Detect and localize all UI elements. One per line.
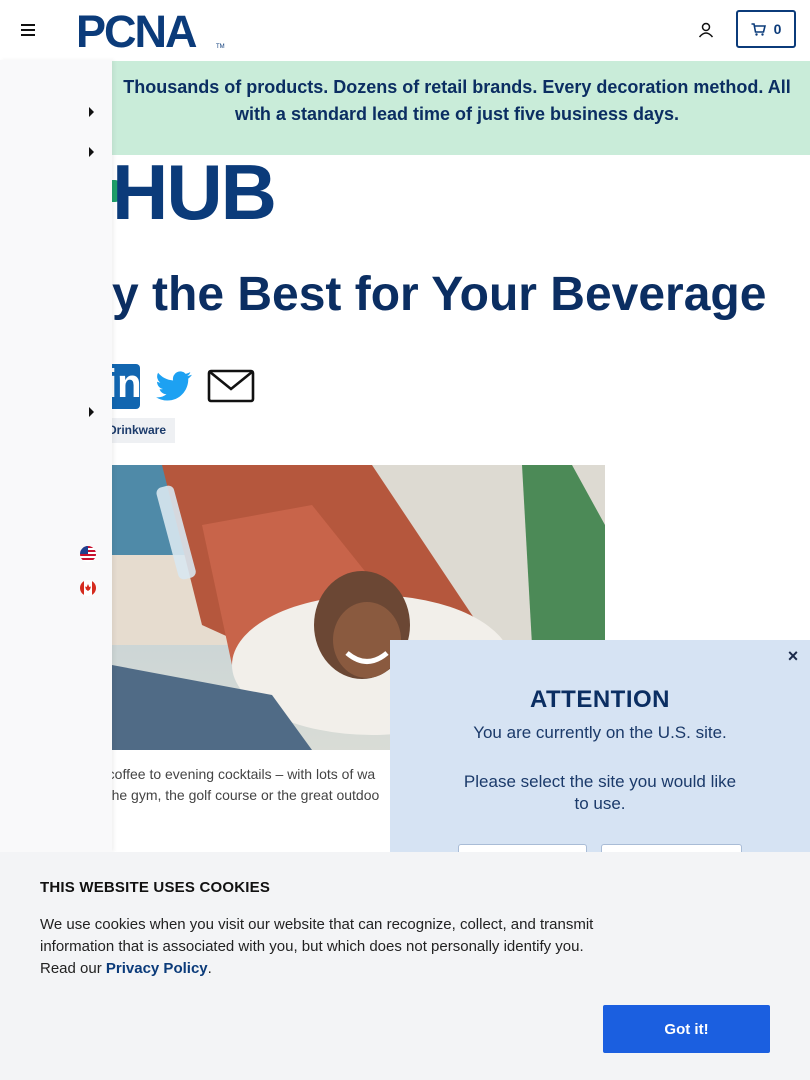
linkedin-icon[interactable]: in (112, 364, 140, 409)
article-title: y the Best for Your Beverage (112, 268, 767, 321)
cart-button[interactable]: 0 (736, 10, 796, 48)
twitter-icon[interactable] (156, 368, 192, 404)
nav-expand-icon[interactable] (89, 407, 94, 417)
close-icon[interactable]: × (785, 647, 801, 665)
cookie-title: THIS WEBSITE USES COOKIES (40, 879, 271, 896)
category-tag-label: Drinkware (108, 423, 167, 437)
cart-icon (751, 22, 766, 36)
logo-text: PCNA (76, 6, 198, 57)
hero-caption: g coffee to evening cocktails – with lot… (112, 764, 412, 806)
nav-expand-icon[interactable] (89, 147, 94, 157)
side-navigation (0, 60, 112, 852)
modal-current-site-text: You are currently on the U.S. site. (473, 723, 727, 742)
promo-banner-text: Thousands of products. Dozens of retail … (123, 77, 791, 124)
logo-tm: TM (216, 44, 225, 50)
hub-logo: HUB (112, 148, 277, 236)
account-icon[interactable] (697, 21, 715, 39)
us-flag-icon[interactable] (80, 546, 96, 562)
category-tag[interactable]: Drinkware (108, 418, 175, 443)
privacy-policy-link[interactable]: Privacy Policy (106, 960, 208, 977)
modal-title: ATTENTION (529, 686, 671, 713)
modal-select-site-text: Please select the site you would like to… (463, 772, 737, 813)
accept-cookies-button[interactable]: Got it! (603, 1005, 770, 1053)
caption-line-2: g the gym, the golf course or the great … (112, 787, 380, 803)
canada-flag-icon[interactable] (80, 580, 96, 596)
cookie-period: . (207, 960, 212, 977)
nav-expand-icon[interactable] (89, 107, 94, 117)
mail-icon[interactable] (207, 369, 255, 403)
cookie-text: We use cookies when you visit our websit… (40, 914, 610, 980)
menu-icon[interactable] (21, 23, 35, 37)
linkedin-label: in (112, 364, 140, 406)
pcna-logo[interactable]: PCNA TM (76, 6, 225, 57)
caption-line-1: g coffee to evening cocktails – with lot… (112, 766, 376, 782)
cart-count: 0 (773, 21, 782, 37)
